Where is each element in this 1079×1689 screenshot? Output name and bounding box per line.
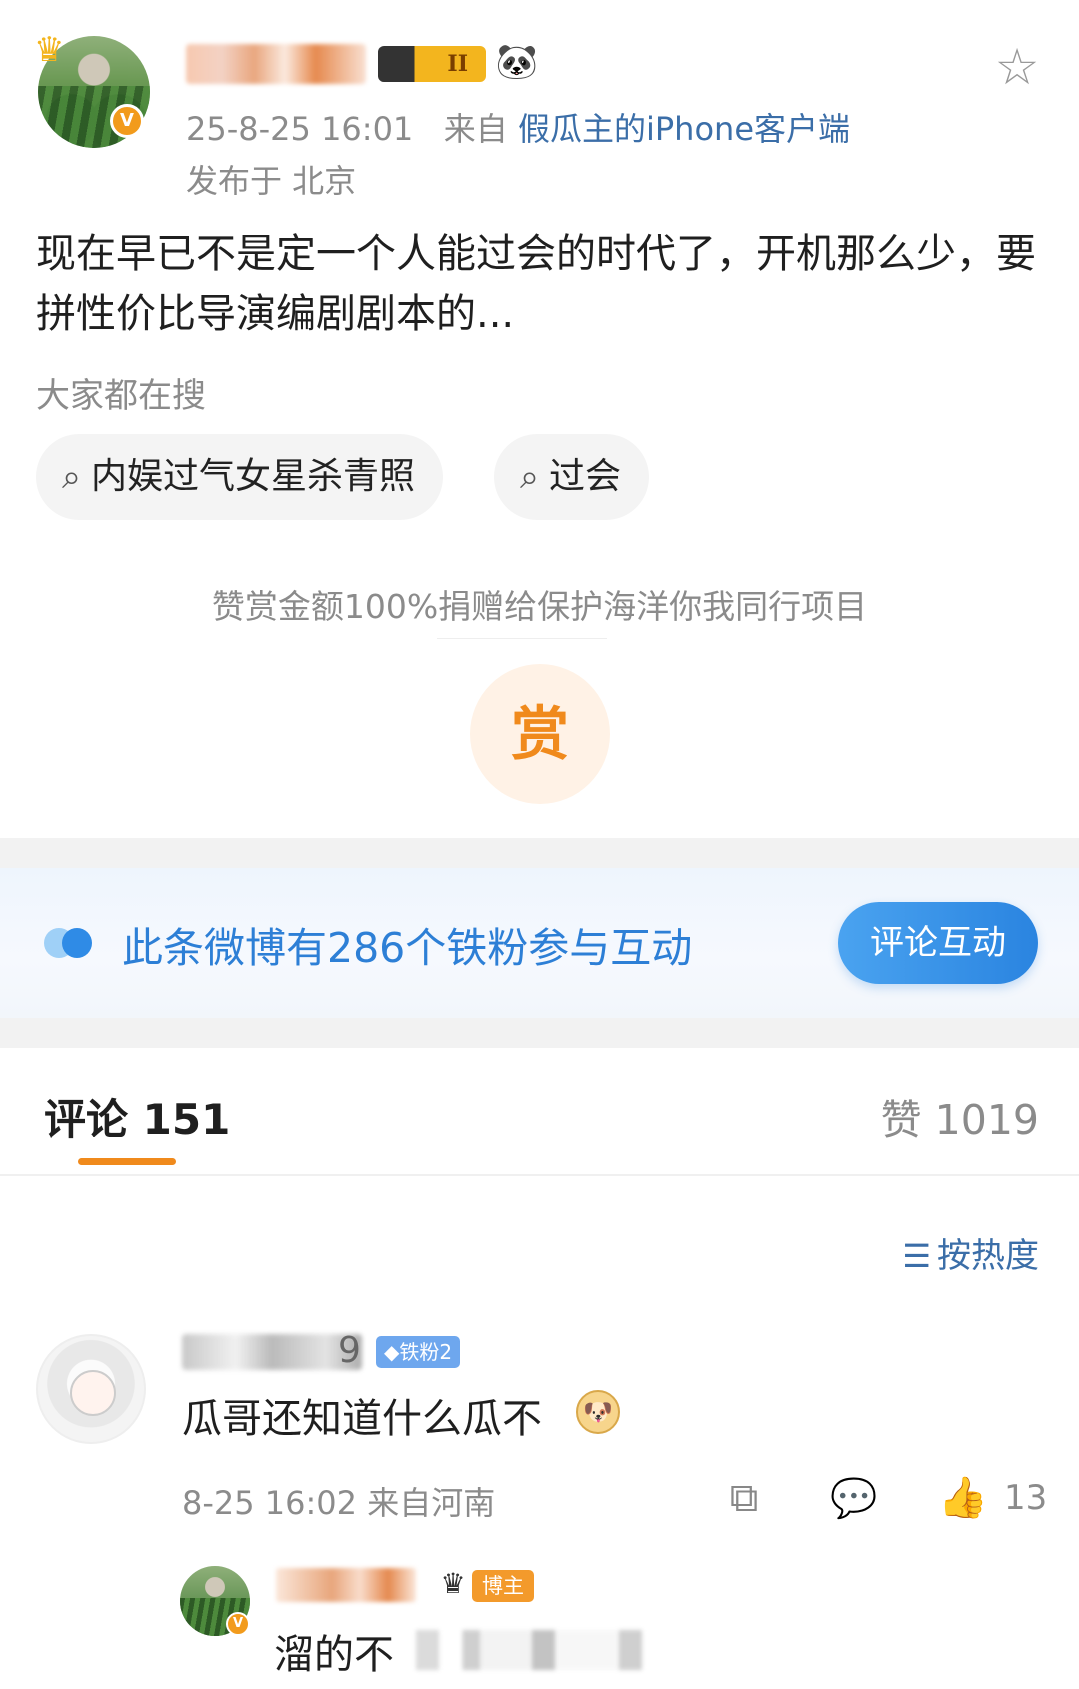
search-chip-1[interactable]: ⌕ 内娱过气女星杀青照 <box>36 434 444 520</box>
sort-button[interactable]: ☰ 按热度 <box>902 1228 1039 1277</box>
search-chip-label: 内娱过气女星杀青照 <box>91 456 416 497</box>
post-location: 发布于 北京 <box>186 162 357 200</box>
star-icon[interactable]: ☆ <box>990 40 1044 94</box>
active-tab-indicator <box>78 1158 176 1165</box>
reply-text-blurred <box>416 1630 706 1670</box>
search-chip-label: 过会 <box>549 456 622 497</box>
search-chip-2[interactable]: ⌕ 过会 <box>494 434 650 520</box>
sort-icon: ☰ <box>902 1237 931 1275</box>
crown-icon: ♛ <box>34 30 65 70</box>
share-icon[interactable]: ⧉ <box>722 1476 766 1520</box>
comment-interact-button[interactable]: 评论互动 <box>838 902 1038 984</box>
panda-icon: 🐼 <box>495 42 539 82</box>
tab-comments[interactable]: 评论 151 <box>44 1086 230 1147</box>
trending-search-label: 大家都在搜 <box>36 376 206 416</box>
reply-text[interactable]: 溜的不 <box>274 1622 394 1680</box>
reward-divider <box>437 638 607 639</box>
comment-like-count: 13 <box>1004 1478 1048 1518</box>
comment-meta: 8-25 16:02 来自河南 <box>182 1484 496 1522</box>
tab-likes[interactable]: 赞 1019 <box>881 1086 1039 1146</box>
fans-banner-text: 此条微博有286个铁粉参与互动 <box>122 924 693 972</box>
reward-text: 赞赏金额100%捐赠给保护海洋你我同行项目 <box>211 587 868 626</box>
post-text[interactable]: 现在早已不是定一个人能过会的时代了，开机那么少，要拼性价比导演编剧剧本的... <box>36 224 1046 344</box>
section-divider <box>0 838 1079 868</box>
comment-username-tail: 9 <box>338 1330 361 1371</box>
tab-divider <box>0 1174 1079 1176</box>
post-author-name-blurred[interactable] <box>186 44 366 84</box>
blogger-badge: 博主 <box>472 1570 534 1602</box>
section-divider <box>0 1018 1079 1048</box>
reply-username-blurred[interactable] <box>276 1568 416 1602</box>
post-time: 25-8-25 16:01 <box>186 110 414 148</box>
comment-text[interactable]: 瓜哥还知道什么瓜不 <box>182 1386 542 1444</box>
reward-button[interactable]: 赏 <box>470 664 610 804</box>
search-icon: ⌕ <box>62 457 82 497</box>
doge-emoji-icon: 🐶 <box>576 1390 620 1434</box>
level-badge: II <box>378 46 486 82</box>
post-meta: 25-8-25 16:01 来自 假瓜主的iPhone客户端 <box>186 104 850 150</box>
post-from-prefix: 来自 <box>443 110 508 148</box>
reply-icon[interactable]: 💬 <box>830 1476 878 1520</box>
verified-icon: V <box>226 1612 250 1636</box>
like-icon[interactable]: 👍 <box>938 1474 988 1522</box>
fan-level-badge: ◆铁粉2 <box>376 1336 461 1368</box>
crown-icon: ♛ <box>440 1567 466 1600</box>
verified-icon: V <box>110 104 144 138</box>
comment-avatar[interactable] <box>36 1334 146 1444</box>
sort-label: 按热度 <box>937 1236 1039 1276</box>
post-source-link[interactable]: 假瓜主的iPhone客户端 <box>518 110 850 148</box>
fans-icon <box>44 926 98 960</box>
comment-username-blurred[interactable] <box>182 1334 362 1370</box>
search-icon: ⌕ <box>520 457 540 497</box>
